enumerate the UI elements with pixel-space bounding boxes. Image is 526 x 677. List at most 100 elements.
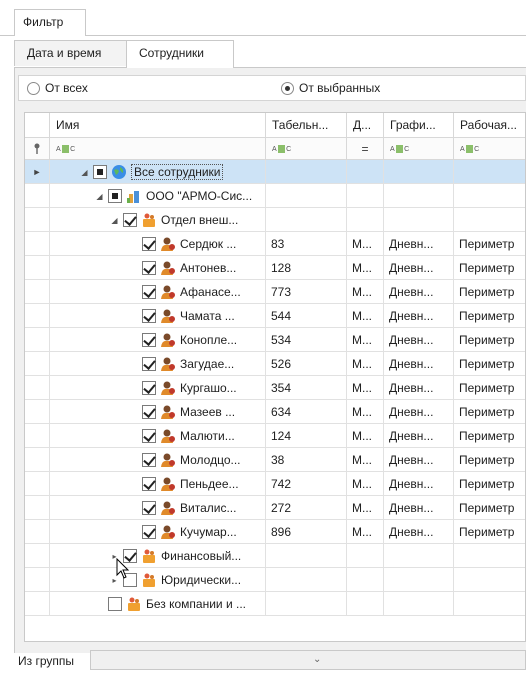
employee-row[interactable]: Антонев... 128 М... Дневн... Периметр (25, 256, 525, 280)
tree-checkbox[interactable] (142, 405, 156, 419)
name-cell[interactable]: Мазеев ... (50, 400, 266, 424)
tabel-cell[interactable]: 272 (266, 496, 347, 520)
name-cell[interactable]: Загудае... (50, 352, 266, 376)
d-cell[interactable]: М... (347, 400, 384, 424)
tabel-cell[interactable]: 128 (266, 256, 347, 280)
tree-checkbox[interactable] (142, 525, 156, 539)
tab-date-time[interactable]: Дата и время (14, 40, 127, 66)
workzone-cell[interactable]: Периметр (454, 496, 525, 520)
tree-node[interactable]: Виталис... (142, 496, 236, 519)
workzone-cell[interactable]: Периметр (454, 400, 525, 424)
schedule-cell[interactable]: Дневн... (384, 304, 454, 328)
workzone-cell[interactable]: Периметр (454, 448, 525, 472)
schedule-cell[interactable]: Дневн... (384, 448, 454, 472)
group-row[interactable]: ▸ Юридически... (25, 568, 525, 592)
employee-row[interactable]: Виталис... 272 М... Дневн... Периметр (25, 496, 525, 520)
tree-checkbox[interactable] (142, 333, 156, 347)
name-cell[interactable]: Коноплe... (50, 328, 266, 352)
tree-checkbox[interactable] (108, 189, 122, 203)
group-row[interactable]: Без компании и ... (25, 592, 525, 616)
filter-cell-schedule[interactable]: AC (384, 138, 454, 160)
workzone-cell[interactable] (454, 544, 525, 568)
name-cell[interactable]: ◢ Все сотрудники (50, 160, 266, 184)
d-cell[interactable]: М... (347, 352, 384, 376)
workzone-cell[interactable]: Периметр (454, 256, 525, 280)
tree-checkbox[interactable] (142, 285, 156, 299)
tabel-cell[interactable]: 124 (266, 424, 347, 448)
name-cell[interactable]: ▸ Юридически... (50, 568, 266, 592)
tree-checkbox[interactable] (142, 261, 156, 275)
d-cell[interactable]: М... (347, 496, 384, 520)
tree-checkbox[interactable] (93, 165, 107, 179)
d-cell[interactable] (347, 544, 384, 568)
workzone-cell[interactable] (454, 568, 525, 592)
d-cell[interactable]: М... (347, 448, 384, 472)
d-cell[interactable]: М... (347, 376, 384, 400)
tree-node[interactable]: Молодцо... (142, 448, 241, 471)
tabel-cell[interactable]: 773 (266, 280, 347, 304)
tree-node[interactable]: Чамата ... (142, 304, 235, 327)
name-cell[interactable]: Без компании и ... (50, 592, 266, 616)
employee-row[interactable]: Малюти... 124 М... Дневн... Периметр (25, 424, 525, 448)
column-header-tabel[interactable]: Табельн... (266, 113, 347, 138)
d-cell[interactable]: М... (347, 520, 384, 544)
employee-row[interactable]: Кучумар... 896 М... Дневн... Периметр (25, 520, 525, 544)
name-cell[interactable]: Чамата ... (50, 304, 266, 328)
filter-cell-tabel[interactable]: AC (266, 138, 347, 160)
schedule-cell[interactable]: Дневн... (384, 424, 454, 448)
tree-node[interactable]: Сердюк ... (142, 232, 236, 255)
tabel-cell[interactable]: 83 (266, 232, 347, 256)
d-cell[interactable] (347, 184, 384, 208)
name-cell[interactable]: Сердюк ... (50, 232, 266, 256)
d-cell[interactable]: М... (347, 328, 384, 352)
name-cell[interactable]: Кургашо... (50, 376, 266, 400)
name-cell[interactable]: Афанасе... (50, 280, 266, 304)
schedule-cell[interactable]: Дневн... (384, 520, 454, 544)
employee-row[interactable]: Молодцо... 38 М... Дневн... Периметр (25, 448, 525, 472)
workzone-cell[interactable]: Периметр (454, 352, 525, 376)
tree-checkbox[interactable] (142, 237, 156, 251)
tabel-cell[interactable]: 742 (266, 472, 347, 496)
workzone-cell[interactable]: Периметр (454, 424, 525, 448)
tree-node[interactable]: Афанасе... (142, 280, 241, 303)
tabel-cell[interactable] (266, 544, 347, 568)
tabel-cell[interactable] (266, 592, 347, 616)
workzone-cell[interactable]: Периметр (454, 280, 525, 304)
column-header-schedule[interactable]: Графи... (384, 113, 454, 138)
from-group-combo[interactable]: ⌄ (90, 650, 526, 670)
name-cell[interactable]: ◢ Отдел внеш... (50, 208, 266, 232)
schedule-cell[interactable] (384, 184, 454, 208)
d-cell[interactable] (347, 208, 384, 232)
tabel-cell[interactable]: 544 (266, 304, 347, 328)
filter-cell-d[interactable]: = (347, 138, 384, 160)
tree-node[interactable]: ◢ Все сотрудники (80, 160, 224, 183)
employee-row[interactable]: Чамата ... 544 М... Дневн... Периметр (25, 304, 525, 328)
d-cell[interactable] (347, 592, 384, 616)
tree-node[interactable]: Пеньдее... (142, 472, 239, 495)
workzone-cell[interactable]: Периметр (454, 520, 525, 544)
tree-node[interactable]: ◢ Отдел внеш... (110, 208, 238, 231)
workzone-cell[interactable] (454, 592, 525, 616)
tab-employees[interactable]: Сотрудники (126, 40, 234, 68)
schedule-cell[interactable]: Дневн... (384, 472, 454, 496)
tabel-cell[interactable]: 634 (266, 400, 347, 424)
tree-node[interactable]: Кучумар... (142, 520, 237, 543)
radio-from-all-circle[interactable] (27, 81, 40, 95)
tabel-cell[interactable]: 896 (266, 520, 347, 544)
group-row[interactable]: ► ◢ Все сотрудники (25, 160, 525, 184)
column-header-d[interactable]: Д... (347, 113, 384, 138)
name-cell[interactable]: Антонев... (50, 256, 266, 280)
chevron-down-icon[interactable]: ⌄ (313, 654, 321, 665)
employee-row[interactable]: Загудае... 526 М... Дневн... Периметр (25, 352, 525, 376)
name-cell[interactable]: Малюти... (50, 424, 266, 448)
tab-filter[interactable]: Фильтр (14, 9, 86, 36)
radio-from-selected[interactable]: От выбранных (281, 81, 380, 95)
filter-cell-workzone[interactable]: AC (454, 138, 525, 160)
tabel-cell[interactable] (266, 568, 347, 592)
d-cell[interactable] (347, 160, 384, 184)
name-cell[interactable]: ◢ ООО "АРМО-Сис... (50, 184, 266, 208)
collapse-arrow-icon[interactable]: ◢ (80, 168, 89, 177)
tree-checkbox[interactable] (142, 309, 156, 323)
tabel-cell[interactable]: 534 (266, 328, 347, 352)
tree-checkbox[interactable] (142, 381, 156, 395)
